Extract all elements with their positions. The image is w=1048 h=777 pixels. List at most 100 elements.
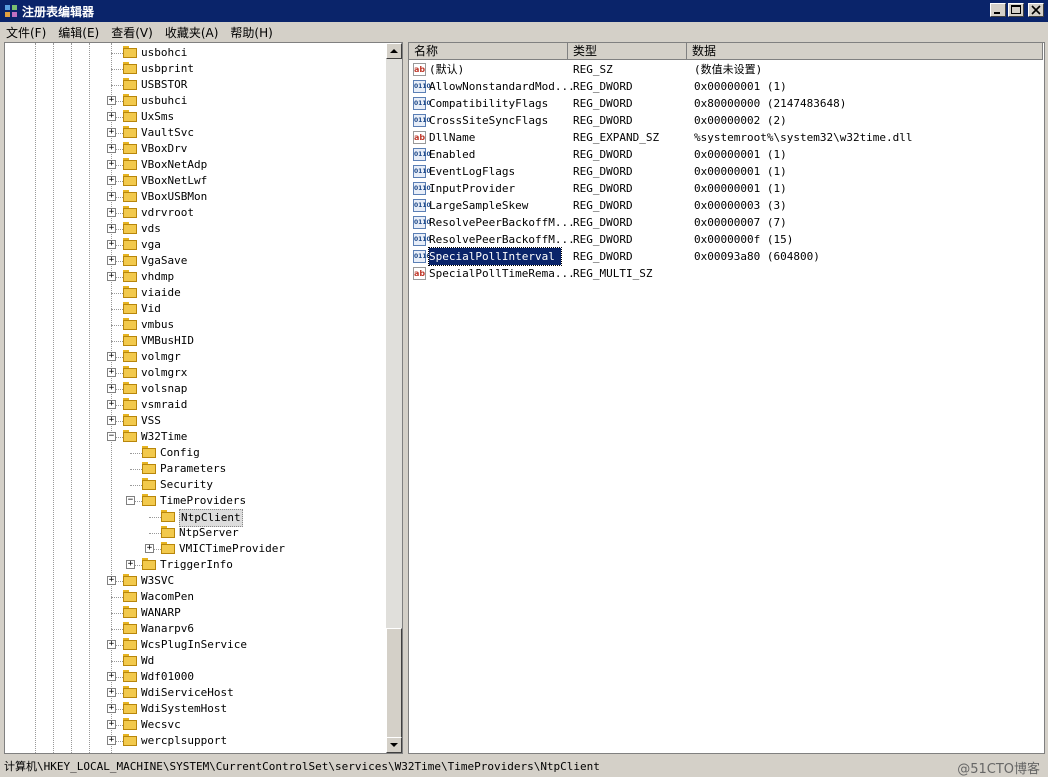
tree-item[interactable]: + VBoxDrv	[5, 141, 385, 157]
tree-item[interactable]: + VgaSave	[5, 253, 385, 269]
scroll-up-button[interactable]	[386, 43, 402, 59]
tree-item[interactable]: + WcsPlugInService	[5, 637, 385, 653]
column-header-data[interactable]: 数据	[687, 43, 1043, 60]
expand-icon[interactable]: +	[107, 112, 116, 121]
tree-item[interactable]: Wanarpv6	[5, 621, 385, 637]
tree-item[interactable]: + vds	[5, 221, 385, 237]
tree-item[interactable]: + VaultSvc	[5, 125, 385, 141]
tree-item[interactable]: + WdiServiceHost	[5, 685, 385, 701]
tree-item[interactable]: + usbuhci	[5, 93, 385, 109]
value-row[interactable]: 0110 CompatibilityFlags REG_DWORD 0x8000000…	[409, 95, 1043, 112]
value-row[interactable]: 0110 CrossSiteSyncFlags REG_DWORD 0x0000000…	[409, 112, 1043, 129]
expand-icon[interactable]: +	[107, 160, 116, 169]
menu-edit[interactable]: 编辑(E)	[52, 24, 105, 41]
expand-icon[interactable]: +	[107, 400, 116, 409]
tree-item[interactable]: Wd	[5, 653, 385, 669]
expand-icon[interactable]: +	[107, 224, 116, 233]
expand-icon[interactable]: +	[107, 368, 116, 377]
tree-item[interactable]: + W3SVC	[5, 573, 385, 589]
value-row[interactable]: 0110 EventLogFlags REG_DWORD 0x00000001 (1)	[409, 163, 1043, 180]
tree-item[interactable]: − W32Time	[5, 429, 385, 445]
expand-icon[interactable]: +	[107, 688, 116, 697]
close-button[interactable]	[1028, 3, 1044, 17]
tree-item[interactable]: + VSS	[5, 413, 385, 429]
tree-item[interactable]: usbohci	[5, 45, 385, 61]
expand-icon[interactable]: +	[145, 544, 154, 553]
value-row[interactable]: 0110 InputProvider REG_DWORD 0x00000001 (1)	[409, 180, 1043, 197]
tree-item[interactable]: viaide	[5, 285, 385, 301]
value-row[interactable]: 0110 LargeSampleSkew REG_DWORD 0x00000003 (…	[409, 197, 1043, 214]
tree-item[interactable]: USBSTOR	[5, 77, 385, 93]
tree-item[interactable]: NtpClient	[5, 509, 385, 527]
tree-item[interactable]: + vsmraid	[5, 397, 385, 413]
minimize-button[interactable]	[990, 3, 1006, 17]
tree-item[interactable]: + VBoxNetAdp	[5, 157, 385, 173]
collapse-icon[interactable]: −	[107, 432, 116, 441]
expand-icon[interactable]: +	[107, 384, 116, 393]
registry-values-pane[interactable]: 名称 类型 数据 ab (默认) REG_SZ (数值未设置) 0110 AllowNon…	[408, 42, 1045, 754]
tree-item[interactable]: Parameters	[5, 461, 385, 477]
column-header-name[interactable]: 名称	[409, 43, 568, 60]
tree-item[interactable]: + volsnap	[5, 381, 385, 397]
tree-scrollbar[interactable]	[386, 43, 402, 753]
expand-icon[interactable]: +	[107, 240, 116, 249]
maximize-button[interactable]	[1008, 3, 1024, 17]
tree-item[interactable]: + Wecsvc	[5, 717, 385, 733]
expand-icon[interactable]: +	[107, 736, 116, 745]
tree-item[interactable]: + TriggerInfo	[5, 557, 385, 573]
menu-view[interactable]: 查看(V)	[105, 24, 159, 41]
scroll-thumb[interactable]	[386, 628, 402, 738]
tree-item[interactable]: Config	[5, 445, 385, 461]
expand-icon[interactable]: +	[107, 272, 116, 281]
tree-item[interactable]: − TimeProviders	[5, 493, 385, 509]
value-row[interactable]: 0110 Enabled REG_DWORD 0x00000001 (1)	[409, 146, 1043, 163]
tree-item[interactable]: + WdiSystemHost	[5, 701, 385, 717]
expand-icon[interactable]: +	[107, 640, 116, 649]
value-row[interactable]: ab DllName REG_EXPAND_SZ %systemroot%\syste…	[409, 129, 1043, 146]
expand-icon[interactable]: +	[107, 416, 116, 425]
tree-item[interactable]: WacomPen	[5, 589, 385, 605]
tree-item[interactable]: + wercplsupport	[5, 733, 385, 749]
tree-item[interactable]: + vhdmp	[5, 269, 385, 285]
scroll-down-button[interactable]	[386, 737, 402, 753]
tree-item[interactable]: Vid	[5, 301, 385, 317]
expand-icon[interactable]: +	[107, 704, 116, 713]
expand-icon[interactable]: +	[107, 128, 116, 137]
menu-help[interactable]: 帮助(H)	[224, 24, 278, 41]
expand-icon[interactable]: +	[107, 144, 116, 153]
tree-item[interactable]: Security	[5, 477, 385, 493]
tree-item[interactable]: + volmgrx	[5, 365, 385, 381]
tree-item[interactable]: + VBoxNetLwf	[5, 173, 385, 189]
tree-item[interactable]: NtpServer	[5, 525, 385, 541]
expand-icon[interactable]: +	[107, 96, 116, 105]
tree-item[interactable]: WANARP	[5, 605, 385, 621]
value-row[interactable]: 0110 SpecialPollInterval REG_DWORD 0x00093a…	[409, 247, 1043, 266]
expand-icon[interactable]: +	[107, 672, 116, 681]
expand-icon[interactable]: +	[107, 256, 116, 265]
tree-item[interactable]: + VMICTimeProvider	[5, 541, 385, 557]
expand-icon[interactable]: +	[107, 720, 116, 729]
value-row[interactable]: 0110 ResolvePeerBackoffM... REG_DWORD 0x000…	[409, 214, 1043, 231]
expand-icon[interactable]: +	[126, 560, 135, 569]
expand-icon[interactable]: +	[107, 176, 116, 185]
expand-icon[interactable]: +	[107, 208, 116, 217]
tree-item[interactable]: + UxSms	[5, 109, 385, 125]
tree-item[interactable]: usbprint	[5, 61, 385, 77]
tree-item[interactable]: + volmgr	[5, 349, 385, 365]
tree-item[interactable]: + vdrvroot	[5, 205, 385, 221]
tree-item[interactable]: VMBusHID	[5, 333, 385, 349]
tree-item[interactable]: + Wdf01000	[5, 669, 385, 685]
expand-icon[interactable]: +	[107, 576, 116, 585]
registry-tree-pane[interactable]: usbohci usbprint USBSTOR + usbuhci + UxSms + Vau…	[4, 42, 403, 754]
expand-icon[interactable]: +	[107, 352, 116, 361]
value-row[interactable]: ab SpecialPollTimeRema... REG_MULTI_SZ	[409, 265, 1043, 282]
value-row[interactable]: ab (默认) REG_SZ (数值未设置)	[409, 61, 1043, 78]
value-row[interactable]: 0110 ResolvePeerBackoffM... REG_DWORD 0x000…	[409, 231, 1043, 248]
tree-item[interactable]: + VBoxUSBMon	[5, 189, 385, 205]
value-row[interactable]: 0110 AllowNonstandardMod... REG_DWORD 0x000…	[409, 78, 1043, 95]
tree-item[interactable]: vmbus	[5, 317, 385, 333]
collapse-icon[interactable]: −	[126, 496, 135, 505]
menu-file[interactable]: 文件(F)	[0, 24, 52, 41]
menu-favorites[interactable]: 收藏夹(A)	[159, 24, 225, 41]
expand-icon[interactable]: +	[107, 192, 116, 201]
